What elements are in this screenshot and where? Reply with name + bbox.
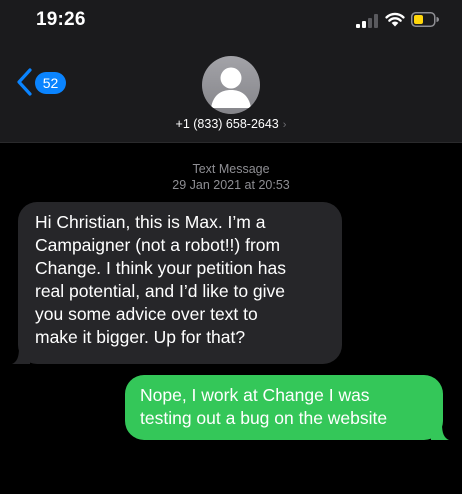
message-line: Nope, I work at Change I was: [140, 385, 370, 405]
person-silhouette-icon: [211, 67, 251, 108]
message-line: Hi Christian, this is Max. I’m a: [35, 212, 266, 232]
status-bar: 19:26: [0, 0, 462, 44]
back-unread-count-badge[interactable]: 52: [35, 72, 66, 94]
message-line: make it bigger. Up for that?: [35, 327, 246, 347]
contact-avatar[interactable]: [202, 56, 260, 114]
battery-icon: [411, 12, 439, 27]
conversation-header: 19:26 52 +1 (833) 658-2643 ›: [0, 0, 462, 143]
outgoing-message-bubble[interactable]: Nope, I work at Change I was testing out…: [125, 375, 449, 440]
bubble-tail: [12, 348, 30, 364]
signal-strength-icon: [356, 14, 378, 28]
contact-phone-number: +1 (833) 658-2643: [175, 117, 279, 131]
contact-name-button[interactable]: +1 (833) 658-2643 ›: [0, 117, 462, 131]
messages-conversation-screen: 19:26 52 +1 (833) 658-2643 › Text Messag…: [0, 0, 462, 494]
message-line: testing out a bug on the website: [140, 408, 388, 428]
wifi-icon: [385, 12, 405, 27]
bubble-tail: [431, 424, 449, 440]
message-line: Campaigner (not a robot!!) from: [35, 235, 281, 255]
status-time: 19:26: [36, 9, 86, 30]
message-service-label: Text Message: [192, 162, 270, 176]
message-timestamp-header: Text Message 29 Jan 2021 at 20:53: [0, 161, 462, 193]
chevron-left-icon[interactable]: [16, 67, 34, 97]
chevron-right-icon: ›: [282, 119, 287, 131]
message-line: you some advice over text to: [35, 304, 258, 324]
message-timestamp: 29 Jan 2021 at 20:53: [172, 178, 290, 192]
incoming-message-bubble[interactable]: Hi Christian, this is Max. I’m a Campaig…: [12, 202, 342, 364]
message-line: Change. I think your petition has: [35, 258, 286, 278]
message-line: real potential, and I’d like to give: [35, 281, 286, 301]
